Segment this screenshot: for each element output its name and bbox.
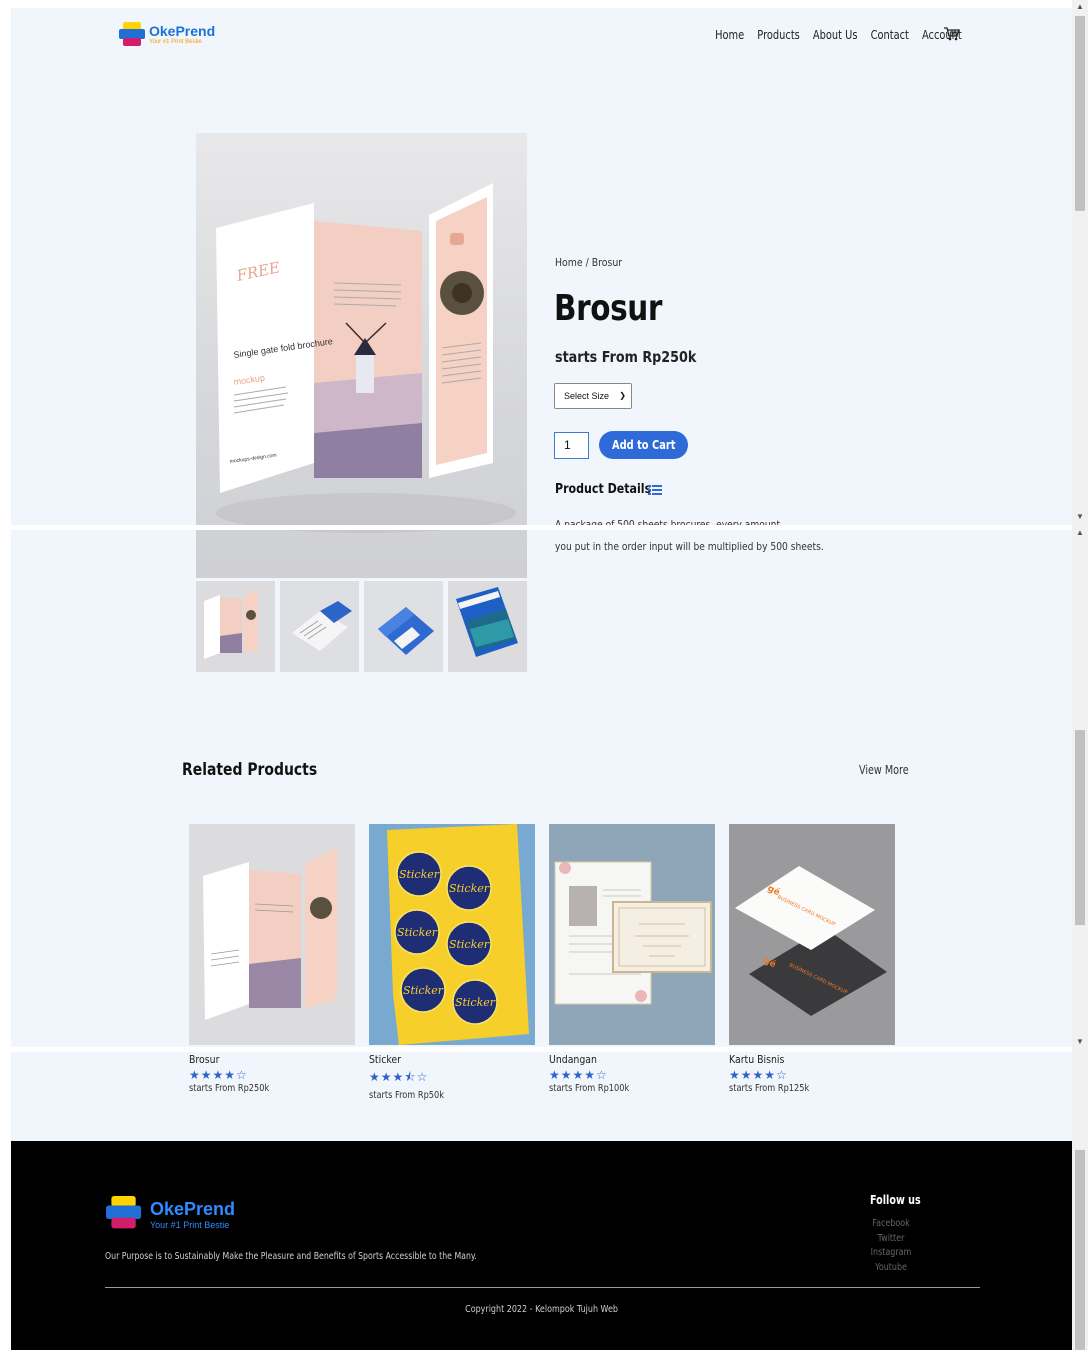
scroll-down-icon[interactable]: ▼ <box>1072 510 1088 524</box>
scroll-up-icon[interactable]: ▲ <box>1072 0 1088 14</box>
rating-stars: ★★★★☆ <box>549 1068 608 1082</box>
nav-products[interactable]: Products <box>758 28 800 42</box>
brand-name: OkePrend <box>149 23 216 39</box>
sticker-label: Sticker <box>403 984 444 997</box>
chevron-down-icon: ❯ <box>619 391 626 400</box>
thumbnail-3[interactable] <box>364 581 443 672</box>
scroll-up-icon[interactable]: ▲ <box>1072 526 1088 540</box>
footer-divider <box>105 1287 980 1288</box>
product-price: starts From Rp125k <box>729 1083 810 1094</box>
social-links: Facebook Twitter Instagram Youtube <box>863 1217 919 1275</box>
thumbnail-2[interactable] <box>280 581 359 672</box>
add-to-cart-label: Add to Cart <box>611 438 676 452</box>
nav-home[interactable]: Home <box>715 28 744 42</box>
nav-contact[interactable]: Contact <box>871 28 909 42</box>
follow-us-heading: Follow us <box>870 1193 921 1207</box>
sticker-label: Sticker <box>449 882 490 895</box>
social-link-twitter[interactable]: Twitter <box>869 1232 914 1247</box>
product-card-brosur[interactable]: Brosur ★★★★☆ starts From Rp250k <box>189 824 355 1094</box>
size-select[interactable]: Select Size ❯ <box>554 383 632 409</box>
sticker-label: Sticker <box>399 868 440 881</box>
footer-brand-name: OkePrend <box>150 1199 236 1219</box>
rating-stars: ★★★★☆ <box>729 1068 788 1082</box>
scroll-thumb[interactable] <box>1075 1150 1085 1350</box>
footer-purpose-text: Our Purpose is to Sustainably Make the P… <box>105 1251 477 1262</box>
copyright-label: Copyright 2022 - Kelompok Tujuh Web <box>465 1304 618 1315</box>
thumbnail-4[interactable] <box>448 581 527 672</box>
brand-tagline: Your #1 Print Bestie <box>149 39 202 45</box>
social-link-facebook[interactable]: Facebook <box>869 1217 914 1232</box>
scroll-thumb[interactable] <box>1075 730 1085 925</box>
product-card-kartu-bisnis[interactable]: gé BUSINESS CARD MOCKUP gé BUSINESS CARD… <box>729 824 895 1094</box>
product-price: starts From Rp100k <box>549 1083 630 1094</box>
related-products-heading: Related Products <box>182 760 318 780</box>
product-details-heading: Product Details <box>555 482 652 497</box>
sticker-label: Sticker <box>397 926 438 939</box>
product-name[interactable]: Brosur <box>189 1053 330 1066</box>
product-image-kartu-bisnis[interactable]: gé BUSINESS CARD MOCKUP gé BUSINESS CARD… <box>729 824 895 1045</box>
product-price: starts From Rp250k <box>555 348 697 366</box>
scrollbar[interactable]: ▲ ▼ ▲ ▼ <box>1072 0 1088 1350</box>
product-card-undangan[interactable]: Undangan ★★★★☆ starts From Rp100k <box>549 824 715 1094</box>
rating-stars: ★★★★☆ <box>189 1068 248 1082</box>
breadcrumb[interactable]: Home / Brosur <box>555 256 622 269</box>
copyright-text: Copyright 2022 - Kelompok Tujuh Web <box>11 1304 1072 1315</box>
list-icon <box>648 485 662 495</box>
page: OkePrend Your #1 Print Bestie Home Produ… <box>11 8 1072 1350</box>
product-image-undangan[interactable] <box>549 824 715 1045</box>
thumbnail-strip <box>196 581 527 672</box>
product-description-line-2: you put in the order input will be multi… <box>555 540 824 553</box>
site-footer: OkePrend Your #1 Print Bestie Our Purpos… <box>11 1141 1072 1350</box>
screenshot-seam <box>11 1047 1072 1052</box>
main-nav: Home Products About Us Contact Account <box>715 28 962 42</box>
rating-stars: ★★★⯪☆ <box>369 1070 429 1084</box>
thumbnail-1[interactable] <box>196 581 275 672</box>
social-link-youtube[interactable]: Youtube <box>869 1261 914 1276</box>
quantity-input[interactable]: 1 <box>554 432 589 459</box>
scroll-down-icon[interactable]: ▼ <box>1072 1035 1088 1049</box>
cart-icon[interactable] <box>944 27 960 41</box>
product-name[interactable]: Undangan <box>549 1053 690 1066</box>
view-more-link[interactable]: View More <box>859 763 909 777</box>
scroll-thumb[interactable] <box>1075 16 1085 211</box>
sticker-label: Sticker <box>455 996 496 1009</box>
logo-icon <box>119 22 145 46</box>
product-name[interactable]: Kartu Bisnis <box>729 1053 870 1066</box>
product-main-image: FREE Single gate fold brochure mockup mo… <box>196 133 527 578</box>
product-image-brosur[interactable] <box>189 824 355 1045</box>
size-select-value: Select Size <box>564 391 610 401</box>
logo-icon <box>106 1196 142 1229</box>
product-image-sticker[interactable]: Sticker Sticker Sticker Sticker Sticker … <box>369 824 535 1045</box>
product-title: Brosur <box>554 288 663 329</box>
product-card-sticker[interactable]: Sticker Sticker Sticker Sticker Sticker … <box>369 824 535 1101</box>
brand-logo[interactable]: OkePrend Your #1 Print Bestie <box>119 22 219 52</box>
social-link-instagram[interactable]: Instagram <box>869 1246 914 1261</box>
screenshot-seam <box>11 525 1072 530</box>
nav-about-us[interactable]: About Us <box>813 28 858 42</box>
product-name[interactable]: Sticker <box>369 1053 510 1066</box>
product-price: starts From Rp250k <box>189 1083 270 1094</box>
footer-brand-logo[interactable]: OkePrend Your #1 Print Bestie <box>106 1196 246 1230</box>
add-to-cart-button[interactable]: Add to Cart <box>599 431 688 459</box>
sticker-label: Sticker <box>449 938 490 951</box>
product-price: starts From Rp50k <box>369 1090 444 1101</box>
footer-brand-tagline: Your #1 Print Bestie <box>150 1220 230 1230</box>
